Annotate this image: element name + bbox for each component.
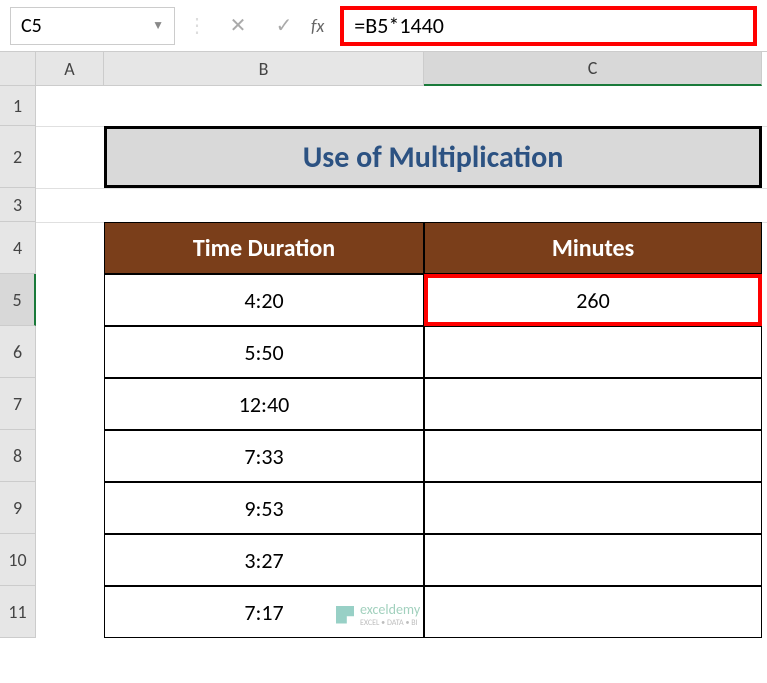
row-header-2[interactable]: 2 — [0, 126, 36, 188]
row-header-4[interactable]: 4 — [0, 222, 36, 274]
row-header-1[interactable]: 1 — [0, 86, 36, 126]
select-all-corner[interactable] — [0, 52, 36, 86]
row-header-9[interactable]: 9 — [0, 482, 36, 534]
formula-bar-row: C5 ▼ ⋮ ✕ ✓ fx =B5*1440 — [0, 0, 767, 52]
table-header-minutes[interactable]: Minutes — [424, 222, 762, 274]
col-header-c[interactable]: C — [424, 52, 762, 86]
col-header-b[interactable]: B — [104, 52, 424, 86]
watermark-text: exceldemy EXCEL • DATA • BI — [360, 601, 420, 628]
cancel-icon[interactable]: ✕ — [219, 7, 257, 45]
cell-b5[interactable]: 4:20 — [104, 274, 424, 326]
cell-c9[interactable] — [424, 482, 762, 534]
watermark: exceldemy EXCEL • DATA • BI — [336, 601, 420, 628]
cell-c10[interactable] — [424, 534, 762, 586]
spreadsheet-grid: 1 2 3 4 5 6 7 8 9 10 11 A B C Use of Mul… — [0, 52, 767, 683]
cell-b6[interactable]: 5:50 — [104, 326, 424, 378]
cell-b10[interactable]: 3:27 — [104, 534, 424, 586]
cells-area: A B C Use of Multiplication Time Duratio… — [36, 52, 767, 683]
formula-text: =B5*1440 — [354, 12, 444, 39]
enter-icon[interactable]: ✓ — [265, 7, 303, 45]
column-headers: A B C — [36, 52, 767, 86]
table-header-time[interactable]: Time Duration — [104, 222, 424, 274]
row-header-8[interactable]: 8 — [0, 430, 36, 482]
name-box-value: C5 — [21, 14, 42, 38]
fx-icon[interactable]: fx — [311, 15, 324, 37]
left-col: 1 2 3 4 5 6 7 8 9 10 11 — [0, 52, 36, 683]
cell-c5[interactable]: 260 — [424, 274, 762, 326]
watermark-tagline: EXCEL • DATA • BI — [360, 618, 420, 628]
gridline — [36, 188, 767, 189]
divider: ⋮ — [187, 13, 207, 38]
watermark-brand: exceldemy — [360, 601, 420, 618]
cell-b8[interactable]: 7:33 — [104, 430, 424, 482]
formula-input[interactable]: =B5*1440 — [340, 6, 757, 46]
row-header-6[interactable]: 6 — [0, 326, 36, 378]
col-header-a[interactable]: A — [36, 52, 104, 86]
cell-c8[interactable] — [424, 430, 762, 482]
cell-b9[interactable]: 9:53 — [104, 482, 424, 534]
watermark-logo-icon — [336, 606, 354, 624]
title-cell[interactable]: Use of Multiplication — [104, 126, 762, 188]
chevron-down-icon[interactable]: ▼ — [152, 18, 164, 33]
name-box[interactable]: C5 ▼ — [10, 7, 175, 45]
row-header-3[interactable]: 3 — [0, 188, 36, 222]
row-header-5[interactable]: 5 — [0, 274, 36, 326]
cell-b7[interactable]: 12:40 — [104, 378, 424, 430]
row-header-7[interactable]: 7 — [0, 378, 36, 430]
cell-c6[interactable] — [424, 326, 762, 378]
row-headers: 1 2 3 4 5 6 7 8 9 10 11 — [0, 86, 36, 638]
cell-c7[interactable] — [424, 378, 762, 430]
row-header-10[interactable]: 10 — [0, 534, 36, 586]
row-header-11[interactable]: 11 — [0, 586, 36, 638]
cell-c11[interactable] — [424, 586, 762, 638]
